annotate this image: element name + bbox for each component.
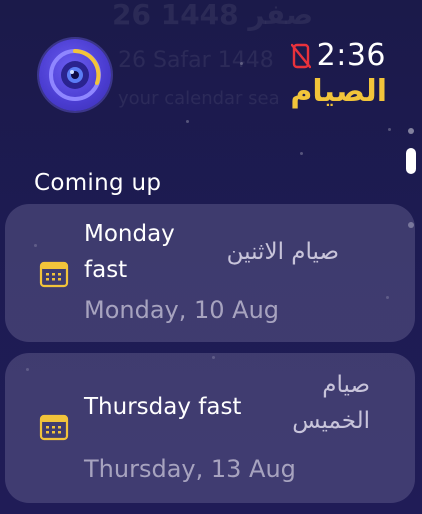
event-card-monday[interactable]: Monday fast صيام الاثنين Monday, 10 Aug bbox=[5, 204, 415, 342]
background-star bbox=[388, 128, 391, 131]
calendar-icon bbox=[39, 261, 69, 288]
event-name: Monday fast bbox=[84, 221, 175, 283]
ghost-hijri-date-en: 26 Safar 1448 bbox=[118, 48, 274, 73]
timer-lens-icon bbox=[49, 49, 101, 101]
background-star bbox=[300, 152, 303, 155]
ghost-hint-text: your calendar sea bbox=[118, 88, 280, 109]
calendar-icon bbox=[39, 414, 69, 441]
event-date: Monday, 10 Aug bbox=[84, 296, 280, 324]
app-icon[interactable] bbox=[39, 39, 111, 111]
event-card-thursday[interactable]: Thursday fast صيام الخميس Thursday, 13 A… bbox=[5, 353, 415, 503]
scroll-dot bbox=[408, 128, 414, 134]
scroll-thumb[interactable] bbox=[406, 148, 416, 174]
status-bar: 2:36 bbox=[290, 38, 386, 73]
event-name-arabic: صيام الاثنين bbox=[226, 239, 339, 265]
ghost-hijri-date-ar: 26 صفر 1448 bbox=[112, 0, 314, 31]
page-title: الصيام bbox=[290, 74, 387, 109]
clock-time: 2:36 bbox=[316, 38, 386, 73]
event-name-arabic: صيام الخميس bbox=[292, 372, 370, 434]
phone-disconnected-icon bbox=[290, 43, 311, 68]
event-name: Thursday fast bbox=[84, 394, 242, 420]
section-heading: Coming up bbox=[34, 170, 162, 196]
event-date: Thursday, 13 Aug bbox=[84, 455, 296, 483]
background-star bbox=[186, 120, 189, 123]
